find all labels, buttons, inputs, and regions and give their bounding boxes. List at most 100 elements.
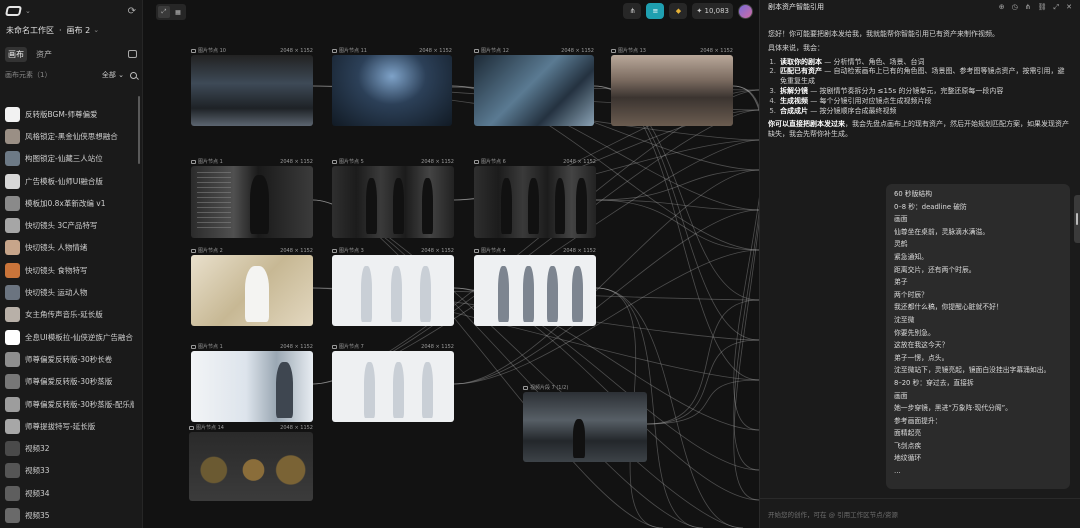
list-item[interactable]: 视频35 [0, 504, 139, 526]
list-item[interactable]: 风格锁定-黑金仙侠思想融合 [0, 125, 139, 147]
workspace-name[interactable]: 未命名工作区 [6, 25, 54, 36]
node-image[interactable] [191, 351, 313, 422]
membership-button[interactable]: ◆ [669, 3, 688, 19]
image-node[interactable]: 图片节点 12 2048 × 1152 [474, 46, 594, 126]
panel-toggle-icon[interactable] [128, 50, 137, 58]
message-line: 面精起亮 [894, 429, 922, 438]
item-thumbnail [5, 329, 20, 345]
node-image[interactable] [191, 255, 313, 326]
user-avatar[interactable] [738, 3, 753, 19]
list-item[interactable]: 构图锁定-仙藏三人站位 [0, 148, 139, 170]
image-node[interactable]: 图片节点 5 2048 × 1152 [332, 157, 454, 238]
image-node[interactable]: 图片节点 2 2048 × 1152 [191, 246, 313, 326]
step-title: 生成视频 [780, 96, 808, 105]
canvas-name[interactable]: 画布 2 [67, 25, 91, 36]
node-image[interactable] [189, 432, 313, 501]
item-thumbnail [5, 128, 20, 144]
step-desc: — 按剧情节奏拆分为 ≤15s 的分镜单元，完整还原每一段内容 [808, 86, 1004, 95]
list-item[interactable]: 快切镜头 食物特写 [0, 259, 139, 281]
item-thumbnail [5, 441, 20, 457]
item-thumbnail [5, 218, 20, 234]
video-node[interactable]: 视频片段 7 (1/2) [523, 383, 647, 462]
add-icon[interactable]: ⊕ [999, 3, 1005, 12]
user-message[interactable]: 60 秒版结构 0–8 秒：deadline 破防 画面 仙尊坐在桌前，灵脉滴水满溢。… [886, 184, 1070, 489]
expand-icon[interactable]: ⤢ [1054, 3, 1060, 12]
list-item[interactable]: 快切镜头 人物情绪 [0, 237, 139, 259]
list-item[interactable]: 模板加0.8x革新改编 v1 [0, 192, 139, 214]
node-dims: 2048 × 1152 [280, 424, 313, 431]
layers-button[interactable]: ≡ [646, 3, 665, 19]
panel-resize-handle[interactable] [1074, 195, 1080, 243]
node-image[interactable] [191, 55, 313, 126]
sidebar-scrollbar[interactable] [138, 96, 140, 164]
credits-badge[interactable]: ✦ 10,083 [692, 3, 733, 19]
image-icon [474, 48, 479, 53]
list-item[interactable]: 全息UI模板拉-仙侠逆族广告融合 [0, 326, 139, 348]
list-item[interactable]: 师尊偏爱反转版-30秒蒸版-配乐版 [0, 393, 139, 415]
image-node[interactable]: 图片节点 13 2048 × 1152 [611, 46, 733, 126]
image-icon [191, 48, 196, 53]
tab-assets[interactable]: 资产 [33, 47, 55, 62]
image-icon [191, 248, 196, 253]
close-icon[interactable]: ✕ [1066, 3, 1072, 12]
list-item[interactable]: 快切镜头 3C产品特写 [0, 214, 139, 236]
history-icon[interactable]: ◷ [1012, 3, 1018, 12]
input-placeholder: 开始您的创作，可在 @ 引用工作区节点/资源 [768, 511, 898, 519]
image-node[interactable]: 图片节点 1 2048 × 1152 [191, 157, 313, 238]
sync-icon[interactable]: ⟳ [128, 6, 136, 17]
node-image[interactable] [191, 166, 313, 238]
item-thumbnail [5, 106, 20, 122]
grid-icon[interactable]: ▦ [172, 6, 184, 18]
workspace-row[interactable]: 未命名工作区 · 画布 2 ⌄ [0, 22, 142, 38]
node-image[interactable] [332, 166, 454, 238]
node-image[interactable] [474, 166, 596, 238]
image-node[interactable]: 图片节点 4 2048 × 1152 [474, 246, 596, 326]
list-item[interactable]: 视频33 [0, 460, 139, 482]
item-thumbnail [5, 151, 20, 167]
list-item[interactable]: 女主角传声音乐-延长版 [0, 304, 139, 326]
chat-input[interactable]: 开始您的创作，可在 @ 引用工作区节点/资源 [760, 498, 1080, 528]
filter-select[interactable]: 全部 ⌄ [102, 70, 124, 80]
image-node[interactable]: 图片节点 7 2048 × 1152 [332, 342, 454, 422]
canvas-area[interactable]: ⤢ ▦ ⋔ ≡ ◆ ✦ 10,083 图片节点 10 2048 × 1152 图片… [143, 0, 759, 528]
connection-wire [732, 85, 759, 501]
node-image[interactable] [332, 351, 454, 422]
chevron-down-icon[interactable]: ⌄ [25, 7, 31, 15]
image-node[interactable]: 图片节点 6 2048 × 1152 [474, 157, 596, 238]
message-line: 我还都什么稿，你提醒心脏就不好！ [894, 303, 1003, 312]
list-item[interactable]: 视频34 [0, 482, 139, 504]
node-image[interactable] [474, 255, 596, 326]
list-item[interactable]: 师尊提拔特写-延长版 [0, 415, 139, 437]
list-item[interactable]: 视频32 [0, 437, 139, 459]
message-line: 紧急通知。 [894, 252, 928, 261]
list-item[interactable]: 师尊偏爱反转版-30秒蒸版 [0, 371, 139, 393]
item-thumbnail [5, 374, 20, 390]
list-item[interactable]: 快切镜头 运动人物 [0, 281, 139, 303]
image-node[interactable]: 图片节点 1 2048 × 1152 [191, 342, 313, 422]
assistant-message: 您好！你可能要把剧本发给我，我就能帮你智能引用已有资产来制作视频。 具体来说，我… [768, 30, 1070, 144]
fit-view-icon[interactable]: ⤢ [158, 6, 170, 18]
node-image[interactable] [474, 55, 594, 126]
link-icon[interactable]: ⛓ [1038, 3, 1047, 12]
image-node[interactable]: 图片节点 14 2048 × 1152 [189, 423, 313, 501]
node-title: 图片节点 6 [481, 159, 506, 165]
app-logo-icon[interactable] [4, 6, 23, 16]
tab-canvas[interactable]: 画布 [5, 46, 27, 62]
assistant-panel: 剧本资产智能引用 ⊕ ◷ ⋔ ⛓ ⤢ ✕ 您好！你可能要把剧本发给我，我就能帮你… [759, 0, 1080, 528]
list-item[interactable]: 师尊偏爱反转版-30秒长卷 [0, 348, 139, 370]
node-image[interactable] [523, 392, 647, 462]
chevron-down-icon[interactable]: ⌄ [93, 26, 99, 34]
image-node[interactable]: 图片节点 11 2048 × 1152 [332, 46, 452, 126]
image-node[interactable]: 图片节点 10 2048 × 1152 [191, 46, 313, 126]
item-thumbnail [5, 351, 20, 367]
search-icon[interactable] [130, 71, 137, 79]
list-item[interactable]: 反转版BGM-师尊偏爱 [0, 103, 139, 125]
image-node[interactable]: 图片节点 3 2048 × 1152 [332, 246, 454, 326]
share-button[interactable]: ⋔ [623, 3, 642, 19]
item-label: 女主角传声音乐-延长版 [25, 310, 103, 320]
list-item[interactable]: 广告模板-仙师UI融合版 [0, 170, 139, 192]
node-image[interactable] [611, 55, 733, 126]
node-image[interactable] [332, 55, 452, 126]
node-image[interactable] [332, 255, 454, 326]
share-icon[interactable]: ⋔ [1025, 3, 1031, 12]
